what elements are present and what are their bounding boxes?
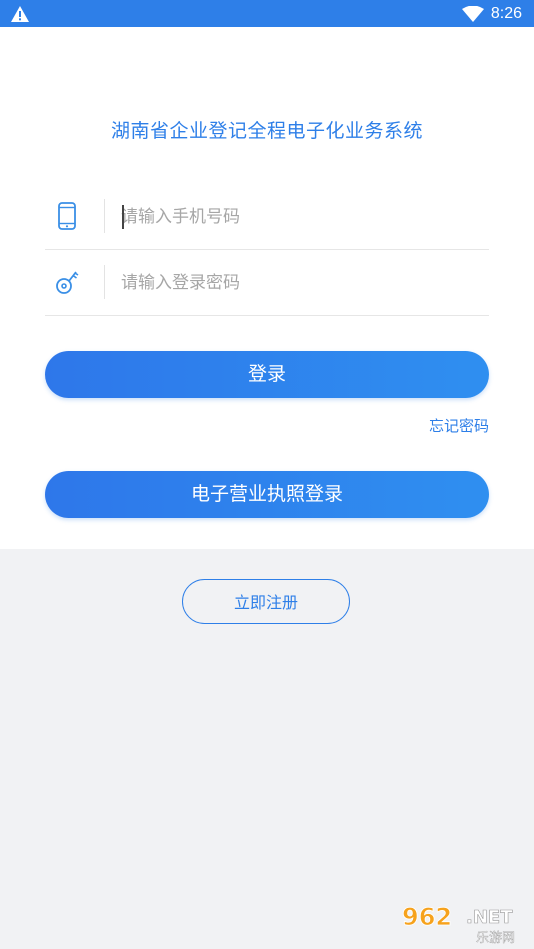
- login-card: 湖南省企业登记全程电子化业务系统 登录 忘记密码 电子营业执照登录: [0, 27, 534, 549]
- license-login-button[interactable]: 电子营业执照登录: [45, 471, 489, 518]
- register-button[interactable]: 立即注册: [182, 579, 350, 624]
- forgot-password-link[interactable]: 忘记密码: [429, 415, 489, 436]
- status-bar: 8:26: [0, 0, 534, 27]
- warning-icon: [11, 6, 29, 22]
- phone-input[interactable]: [121, 199, 471, 235]
- key-icon: [56, 271, 79, 294]
- watermark-logo: 962 .NET 乐游网: [402, 903, 516, 945]
- status-time: 8:26: [490, 5, 522, 22]
- password-row: [45, 251, 489, 316]
- wifi-icon: [462, 6, 484, 22]
- phone-icon: [58, 202, 76, 230]
- login-button[interactable]: 登录: [45, 351, 489, 398]
- text-cursor: [122, 205, 124, 229]
- phone-separator: [104, 199, 105, 233]
- svg-text:乐游网: 乐游网: [476, 931, 515, 945]
- password-input[interactable]: [121, 265, 471, 301]
- phone-row: [45, 185, 489, 250]
- page-title: 湖南省企业登记全程电子化业务系统: [110, 120, 423, 142]
- svg-text:962: 962: [402, 903, 452, 931]
- svg-text:.NET: .NET: [466, 907, 513, 928]
- password-separator: [104, 265, 105, 299]
